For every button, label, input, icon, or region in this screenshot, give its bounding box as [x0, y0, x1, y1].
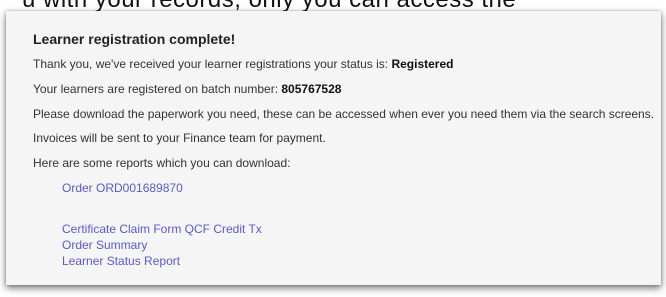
registration-complete-panel: Learner registration complete! Thank you… [6, 11, 661, 285]
batch-message: Your learners are registered on batch nu… [33, 82, 341, 96]
order-link[interactable]: Order ORD001689870 [62, 181, 183, 195]
reports-intro: Here are some reports which you can down… [33, 156, 291, 170]
batch-message-text: Your learners are registered on batch nu… [33, 82, 282, 96]
learner-status-report-link[interactable]: Learner Status Report [62, 254, 180, 268]
certificate-claim-form-link[interactable]: Certificate Claim Form QCF Credit Tx [62, 222, 262, 236]
status-message-text: Thank you, we've received your learner r… [33, 57, 392, 71]
invoices-message: Invoices will be sent to your Finance te… [33, 131, 326, 145]
order-summary-link[interactable]: Order Summary [62, 238, 147, 252]
paperwork-message: Please download the paperwork you need, … [33, 107, 655, 121]
page-title: Learner registration complete! [33, 31, 236, 47]
batch-number: 805767528 [281, 82, 342, 96]
status-value: Registered [391, 57, 454, 71]
status-message: Thank you, we've received your learner r… [33, 57, 453, 71]
